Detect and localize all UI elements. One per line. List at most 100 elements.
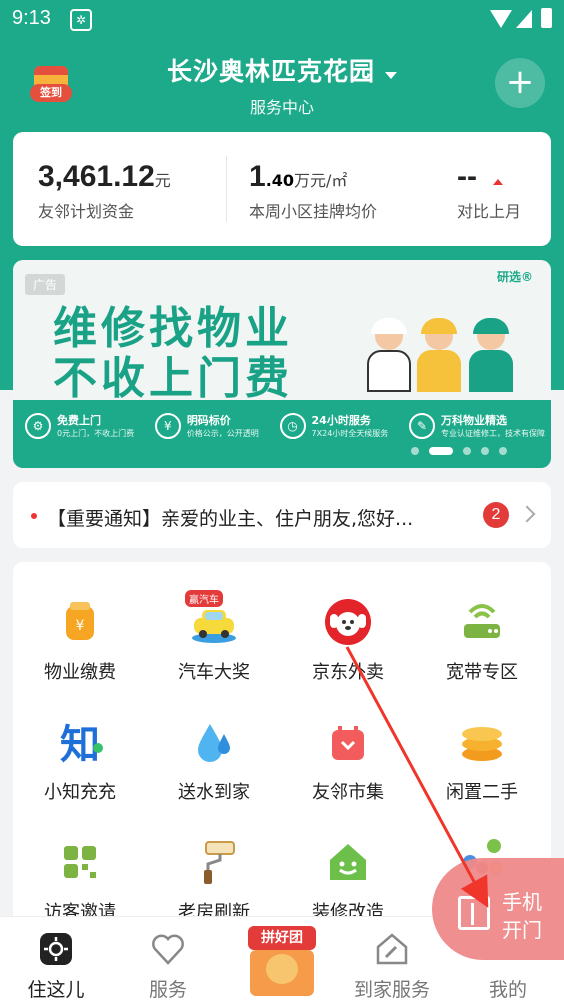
yen-bag-icon: ¥ — [66, 602, 94, 640]
service-broadband[interactable]: 宽带专区 — [415, 562, 549, 683]
service-property-fee[interactable]: ¥ 物业缴费 — [13, 562, 147, 683]
wifi-icon — [490, 10, 512, 28]
paint-roller-icon — [204, 841, 235, 884]
notice-count-badge: 2 — [483, 502, 509, 528]
router-icon — [464, 604, 500, 638]
service-water[interactable]: 送水到家 — [147, 682, 281, 803]
tab-group-buy[interactable]: 拼好团 — [244, 906, 320, 998]
feature-item: ✎ 万科物业精选 专业认证维修工，技术有保障 — [409, 412, 545, 439]
header-subtitle: 服务中心 — [249, 98, 314, 117]
service-label: 闲置二手 — [446, 782, 518, 803]
carousel-dot[interactable] — [499, 447, 507, 455]
heart-icon — [152, 934, 184, 965]
service-label: 小知充充 — [44, 782, 116, 803]
price-stat[interactable]: 1.40万元/㎡ 本周小区挂牌均价 — [249, 160, 377, 222]
stat-divider — [226, 156, 227, 222]
tab-services[interactable]: 服务 — [112, 917, 224, 1004]
compare-stat[interactable]: -- 对比上月 — [457, 160, 521, 222]
service-car-prize[interactable]: 赢汽车 汽车大奖 — [147, 562, 281, 683]
feature-item: ¥ 明码标价价格公示，公开透明 — [154, 412, 259, 439]
compare-value: -- — [457, 160, 477, 193]
notice-bar[interactable]: 【重要通知】亲爱的业主、住户朋友,您好... 2 — [13, 482, 551, 548]
zhi-logo-text: 知 — [60, 722, 100, 766]
fund-unit: 元 — [154, 171, 171, 190]
yen-icon: ¥ — [154, 412, 181, 439]
community-name: 长沙奥林匹克花园 — [166, 57, 375, 86]
carousel-dot[interactable] — [463, 447, 471, 455]
mobile-open-door-button[interactable]: 手机 开门 — [432, 858, 564, 960]
feature-title: 明码标价 — [186, 414, 231, 427]
signal-icon — [516, 10, 532, 28]
fund-label: 友邻计划资金 — [38, 202, 135, 221]
service-label: 宽带专区 — [446, 662, 518, 683]
open-door-line1: 手机 — [502, 890, 542, 914]
service-label: 京东外卖 — [312, 662, 384, 683]
service-second-hand[interactable]: 闲置二手 — [415, 682, 549, 803]
door-icon — [458, 896, 490, 930]
notification-icon: ✲ — [70, 9, 92, 31]
banner-features: ⚙ 免费上门 0元上门，不收上门费 ¥ 明码标价 价格公示，公开透明 ◷ 24小时服… — [25, 412, 545, 439]
feature-sub: 7X24小时全天候服务 — [311, 429, 389, 438]
banner-brand: 研选® — [496, 270, 533, 284]
tab-label: 到家服务 — [353, 979, 430, 1001]
service-renovation[interactable]: 装修改造 — [281, 802, 415, 923]
service-label: 送水到家 — [178, 782, 250, 803]
smile-house-icon — [330, 844, 366, 880]
fund-value: 3,461.12 — [38, 160, 155, 193]
water-drop-icon — [198, 724, 230, 762]
compare-label: 对比上月 — [457, 202, 522, 221]
notice-text: 【重要通知】亲爱的业主、住户朋友,您好... — [47, 508, 414, 530]
banner-headline-2: 不收上门费 — [53, 353, 293, 404]
carousel-dot-active[interactable] — [429, 447, 453, 455]
house-wrench-icon — [376, 933, 408, 965]
group-buy-label: 拼好团 — [248, 926, 316, 950]
service-visitor-invite[interactable]: 访客邀请 — [13, 802, 147, 923]
open-door-label: 手机 开门 — [502, 888, 542, 944]
feature-title: 免费上门 — [57, 414, 101, 427]
worker-illustration — [413, 318, 465, 392]
carousel-dot[interactable] — [481, 447, 489, 455]
service-market[interactable]: 友邻市集 — [281, 682, 415, 803]
feature-title: 24小时服务 — [311, 414, 371, 427]
tab-label: 住这儿 — [27, 979, 85, 1001]
service-jd-delivery[interactable]: 京东外卖 — [281, 562, 415, 683]
tab-home[interactable]: 住这儿 — [0, 917, 112, 1004]
price-decimal: .40 — [265, 171, 295, 190]
service-label: 汽车大奖 — [178, 662, 250, 683]
feature-item: ◷ 24小时服务 7X24小时全天候服务 — [279, 412, 389, 439]
status-time: 9:13 — [12, 7, 51, 29]
jd-dog-icon — [325, 599, 371, 645]
open-door-line2: 开门 — [502, 918, 542, 942]
chevron-right-icon — [518, 505, 536, 523]
dropdown-caret-icon — [385, 72, 397, 79]
svg-text:¥: ¥ — [76, 618, 85, 634]
carousel-dots[interactable] — [411, 447, 507, 455]
home-hex-icon — [40, 933, 72, 965]
gear-icon: ⚙ — [25, 412, 51, 439]
service-label: 友邻市集 — [312, 782, 384, 803]
add-button[interactable]: + — [495, 58, 545, 108]
community-selector[interactable]: 长沙奥林匹克花园 服务中心 — [0, 52, 564, 118]
promo-banner[interactable]: 广告 研选® 维修找物业 不收上门费 ⚙ 免费上门 0元上门，不收上门费 ¥ 明码… — [13, 260, 551, 468]
status-bar: 9:13 ✲ — [0, 0, 564, 40]
battery-icon — [541, 8, 552, 28]
service-house-refresh[interactable]: 老房刷新 — [147, 802, 281, 923]
service-zhi-charge[interactable]: 知 小知充充 — [13, 682, 147, 803]
car-promo-badge: 赢汽车 — [185, 590, 223, 607]
tab-home-services[interactable]: 到家服务 — [336, 917, 448, 1004]
mascot-icon — [266, 954, 298, 984]
stats-card: 3,461.12元 友邻计划资金 1.40万元/㎡ 本周小区挂牌均价 -- 对比… — [13, 132, 551, 246]
shopping-bag-icon — [332, 726, 364, 760]
qr-code-icon — [64, 846, 96, 878]
carousel-dot[interactable] — [411, 447, 419, 455]
feature-sub: 价格公示，公开透明 — [186, 429, 259, 438]
worker-illustration — [465, 318, 517, 392]
tab-label: 服务 — [148, 979, 187, 1001]
price-unit: 万元/㎡ — [294, 171, 348, 190]
worker-illustration — [363, 318, 415, 392]
zhi-logo-icon: 知 — [60, 722, 103, 766]
fund-stat[interactable]: 3,461.12元 友邻计划资金 — [38, 160, 171, 222]
notice-dot — [31, 513, 37, 519]
service-label: 物业缴费 — [44, 662, 116, 683]
feature-item: ⚙ 免费上门 0元上门，不收上门费 — [25, 412, 134, 439]
